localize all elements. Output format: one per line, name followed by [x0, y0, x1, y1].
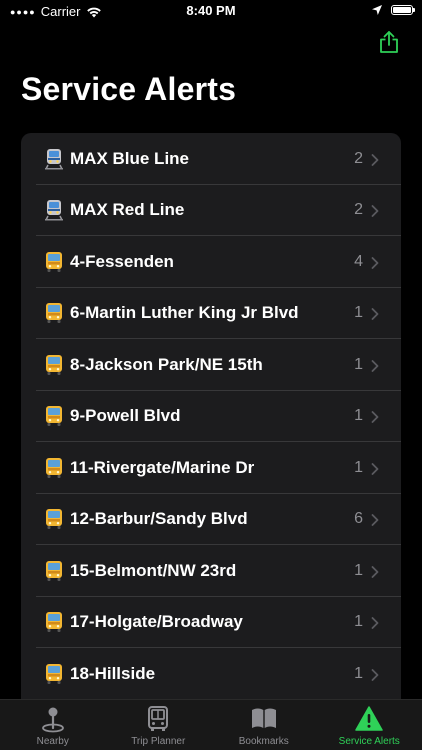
tab-service-alerts[interactable]: Service Alerts: [317, 700, 422, 750]
bus-icon: [44, 508, 64, 530]
chevron-right-icon: [371, 256, 379, 269]
page-title: Service Alerts: [21, 71, 237, 107]
route-name: 9-Powell Blvd: [70, 406, 181, 426]
tab-bookmarks[interactable]: Bookmarks: [211, 700, 317, 750]
bus-icon: [44, 251, 64, 273]
route-name: 15-Belmont/NW 23rd: [70, 560, 237, 580]
alert-count: 1: [354, 664, 363, 682]
route-name: 4-Fessenden: [70, 251, 174, 271]
battery-level: [393, 7, 411, 13]
train-icon: [44, 199, 64, 221]
status-bar: ●●●● Carrier 8:40 PM: [0, 0, 422, 22]
route-name: 18-Hillside: [70, 663, 156, 683]
alert-count: 4: [354, 252, 363, 270]
status-right: [371, 4, 415, 16]
bus-icon: [44, 405, 64, 427]
bus-front-icon: [144, 705, 172, 733]
route-name: MAX Blue Line: [70, 148, 190, 168]
bus-icon: [44, 611, 64, 633]
tab-trip-planner[interactable]: Trip Planner: [106, 700, 212, 750]
alert-count: 1: [354, 458, 363, 476]
alert-count: 2: [354, 149, 363, 167]
alert-count: 1: [354, 355, 363, 373]
tab-label: Trip Planner: [131, 736, 186, 747]
route-name: 6-Martin Luther King Jr Blvd: [70, 303, 299, 323]
alert-row[interactable]: 18-Hillside 1: [21, 648, 401, 700]
alert-row[interactable]: 12-Barbur/Sandy Blvd 6: [21, 494, 401, 546]
status-time: 8:40 PM: [186, 3, 236, 18]
alert-row[interactable]: 9-Powell Blvd 1: [21, 391, 401, 443]
route-name: 12-Barbur/Sandy Blvd: [70, 509, 248, 529]
book-icon: [250, 705, 278, 733]
bus-icon: [44, 457, 64, 479]
alert-count: 2: [354, 201, 363, 219]
tab-nearby[interactable]: Nearby: [0, 700, 106, 750]
bus-icon: [44, 302, 64, 324]
train-icon: [44, 148, 64, 170]
tab-bar: Nearby Trip Planner Bookmarks Service Alert…: [0, 699, 422, 750]
tab-label: Service Alerts: [338, 736, 400, 747]
chevron-right-icon: [371, 462, 379, 475]
location-arrow-icon: [372, 5, 382, 15]
bus-icon: [44, 354, 64, 376]
chevron-right-icon: [371, 410, 379, 424]
tab-label: Nearby: [36, 736, 69, 747]
alert-count: 1: [354, 561, 363, 579]
chevron-right-icon: [371, 153, 379, 166]
alert-count: 1: [354, 407, 363, 425]
alert-row[interactable]: 6-Martin Luther King Jr Blvd 1: [21, 288, 401, 340]
alert-row[interactable]: MAX Red Line 2: [21, 185, 401, 237]
alert-count: 1: [354, 304, 363, 322]
chevron-right-icon: [371, 668, 379, 681]
alert-row[interactable]: MAX Blue Line 2: [21, 133, 401, 185]
route-name: MAX Red Line: [70, 200, 185, 220]
alert-row[interactable]: 15-Belmont/NW 23rd 1: [21, 545, 401, 597]
alert-row[interactable]: 4-Fessenden 4: [21, 236, 401, 288]
route-name: 17-Holgate/Broadway: [70, 612, 243, 632]
tab-label: Bookmarks: [238, 736, 289, 747]
alert-list: MAX Blue Line 2 MAX Red Line 2 4-Fessenden 4 6…: [21, 133, 401, 703]
battery-icon: [391, 5, 415, 15]
chevron-right-icon: [371, 565, 379, 578]
alert-count: 6: [354, 510, 363, 528]
map-pin-icon: [39, 705, 67, 733]
alert-row[interactable]: 8-Jackson Park/NE 15th 1: [21, 339, 401, 391]
chevron-right-icon: [371, 307, 379, 321]
alert-count: 1: [354, 613, 363, 631]
alert-row[interactable]: 17-Holgate/Broadway 1: [21, 597, 401, 649]
chevron-right-icon: [371, 513, 379, 527]
alert-row[interactable]: 11-Rivergate/Marine Dr 1: [21, 442, 401, 494]
bus-icon: [44, 663, 64, 685]
share-icon[interactable]: [378, 30, 400, 54]
chevron-right-icon: [371, 616, 379, 630]
route-name: 11-Rivergate/Marine Dr: [70, 457, 255, 477]
route-name: 8-Jackson Park/NE 15th: [70, 354, 263, 374]
bus-icon: [44, 560, 64, 582]
chevron-right-icon: [371, 204, 379, 218]
warning-triangle-icon: [355, 705, 383, 733]
chevron-right-icon: [371, 359, 379, 372]
